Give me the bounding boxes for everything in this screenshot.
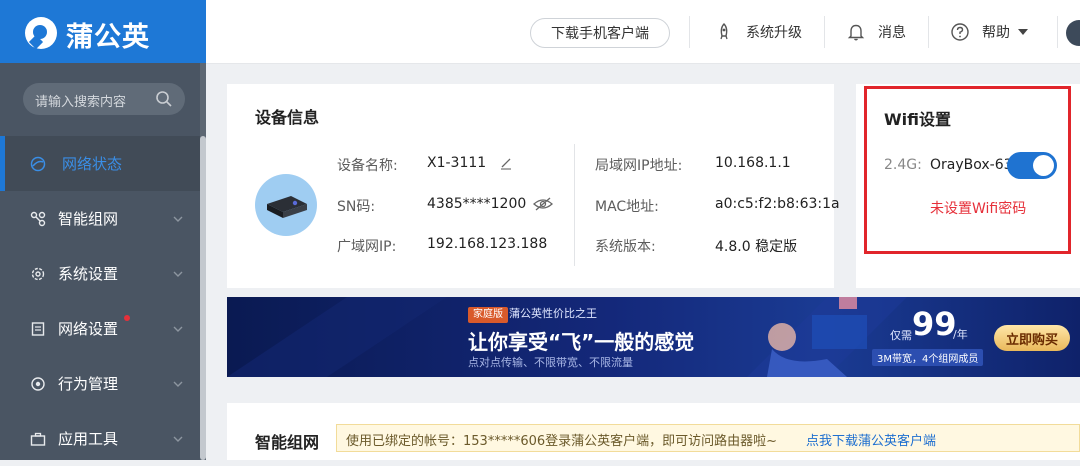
sidebar-item-behavior[interactable]: 行为管理	[0, 356, 200, 411]
buy-now-button[interactable]: 立即购买	[994, 325, 1070, 351]
download-app-button[interactable]: 下载手机客户端	[530, 18, 670, 48]
sidebar-item-label: 网络设置	[58, 320, 119, 338]
plan-badge: 3M带宽，4个组网成员	[872, 349, 984, 366]
messages-label: 消息	[878, 24, 906, 41]
router-icon	[267, 196, 307, 218]
sidebar-item-network-status[interactable]: 网络状态	[0, 136, 200, 191]
sidebar-item-tools[interactable]: 应用工具	[0, 411, 200, 466]
divider	[574, 144, 575, 266]
sidebar-item-label: 智能组网	[58, 210, 119, 228]
promo-banner[interactable]: 家庭版 蒲公英性价比之王 让你享受“飞”一般的感觉 点对点传输、不限带宽、不限流…	[227, 297, 1080, 377]
globe-icon	[30, 156, 46, 171]
sidebar-item-label: 网络状态	[62, 155, 123, 173]
wifi-title: Wifi设置	[884, 110, 951, 129]
divider	[824, 16, 825, 48]
device-info-card: 设备信息 设备名称: X1-3111 SN码: 4385****1200 广域网…	[227, 84, 840, 288]
banner-headline: 让你享受“飞”一般的感觉	[468, 330, 695, 354]
device-name-label: 设备名称:	[337, 158, 398, 174]
upgrade-label: 系统升级	[746, 24, 802, 41]
device-name-value: X1-3111	[427, 155, 487, 171]
toggle-knob	[1033, 155, 1054, 176]
notice-bar: 使用已绑定的帐号：153*****606登录蒲公英客户端，即可访问路由器啦~ 点…	[336, 424, 1080, 452]
sidebar-item-system-settings[interactable]: 系统设置	[0, 246, 200, 301]
chevron-down-icon	[173, 436, 183, 442]
sidebar-item-label: 行为管理	[58, 375, 119, 393]
behavior-icon	[31, 376, 45, 391]
smart-network-card: 智能组网 使用已绑定的帐号：153*****606登录蒲公英客户端，即可访问路由…	[227, 403, 1080, 460]
sidebar-item-label: 系统设置	[58, 265, 119, 283]
sidebar-item-network-settings[interactable]: 网络设置	[0, 301, 200, 356]
wifi-toggle[interactable]	[1007, 152, 1057, 179]
price-unit: /年	[953, 328, 968, 341]
device-info-title: 设备信息	[255, 108, 320, 127]
upgrade-button[interactable]: 系统升级	[714, 0, 802, 63]
gear-icon	[31, 267, 45, 280]
bell-icon	[847, 24, 865, 40]
help-menu[interactable]: 帮助	[950, 0, 1028, 63]
sn-label: SN码:	[337, 199, 376, 215]
sn-value: 4385****1200	[427, 196, 527, 212]
help-icon	[951, 22, 969, 41]
top-header: 下载手机客户端 系统升级 消息 帮助	[206, 0, 1080, 64]
notification-dot	[124, 315, 130, 321]
price-prefix: 仅需	[890, 329, 912, 342]
toolbox-icon	[30, 432, 46, 446]
chevron-down-icon	[173, 271, 183, 277]
logo-icon	[25, 17, 57, 49]
sidebar-item-label: 应用工具	[58, 430, 119, 448]
device-image	[255, 174, 317, 236]
chevron-down-icon	[173, 326, 183, 332]
smart-network-title: 智能组网	[255, 433, 320, 452]
rocket-icon	[720, 22, 728, 39]
version-value: 4.8.0 稳定版	[715, 239, 798, 255]
banner-features: 点对点传输、不限带宽、不限流量	[468, 356, 633, 369]
eye-hidden-icon[interactable]	[533, 196, 553, 212]
wan-ip-label: 广域网IP:	[337, 239, 397, 255]
sidebar: 蒲公英 请输入搜索内容 网络状态 智能组网 系统设置 网络设置 行为管理 应用工…	[0, 0, 206, 460]
sidebar-search[interactable]: 请输入搜索内容	[23, 83, 185, 115]
mac-label: MAC地址:	[595, 199, 659, 215]
network-icon	[30, 211, 46, 226]
chevron-down-icon	[173, 381, 183, 387]
active-indicator	[0, 136, 5, 191]
divider	[1057, 16, 1058, 48]
wifi-ssid: OrayBox-63	[930, 157, 1013, 173]
wifi-password-warning[interactable]: 未设置Wifi密码	[930, 198, 1026, 218]
messages-button[interactable]: 消息	[846, 0, 906, 63]
lan-ip-label: 局域网IP地址:	[595, 158, 683, 174]
edit-icon[interactable]	[499, 156, 513, 170]
help-label: 帮助	[982, 24, 1010, 41]
edition-tag: 家庭版	[468, 307, 508, 323]
wifi-band-label: 2.4G:	[884, 157, 922, 173]
lan-ip-value: 10.168.1.1	[715, 155, 791, 171]
logo-text[interactable]: 蒲公英	[66, 15, 150, 54]
banner-subtitle: 蒲公英性价比之王	[509, 307, 597, 320]
notice-text: 使用已绑定的帐号：153*****606登录蒲公英客户端，即可访问路由器啦~	[346, 434, 778, 449]
download-client-link[interactable]: 点我下载蒲公英客户端	[806, 430, 936, 449]
search-icon[interactable]	[155, 90, 173, 108]
avatar[interactable]	[1066, 20, 1080, 46]
doc-icon	[31, 321, 45, 336]
divider	[928, 16, 929, 48]
caret-down-icon	[1018, 28, 1028, 35]
wifi-settings-card: Wifi设置 2.4G: OrayBox-63 未设置Wifi密码	[864, 86, 1071, 254]
mac-value: a0:c5:f2:b8:63:1a	[715, 196, 840, 212]
version-label: 系统版本:	[595, 239, 656, 255]
wan-ip-value: 192.168.123.188	[427, 236, 548, 252]
price-value: 99	[912, 305, 957, 343]
chevron-down-icon	[173, 216, 183, 222]
logo-bar: 蒲公英	[0, 0, 206, 63]
search-input[interactable]: 请输入搜索内容	[35, 91, 126, 110]
sidebar-item-smart-network[interactable]: 智能组网	[0, 191, 200, 246]
divider	[689, 16, 690, 48]
sidebar-scrollbar-thumb[interactable]	[200, 136, 206, 460]
